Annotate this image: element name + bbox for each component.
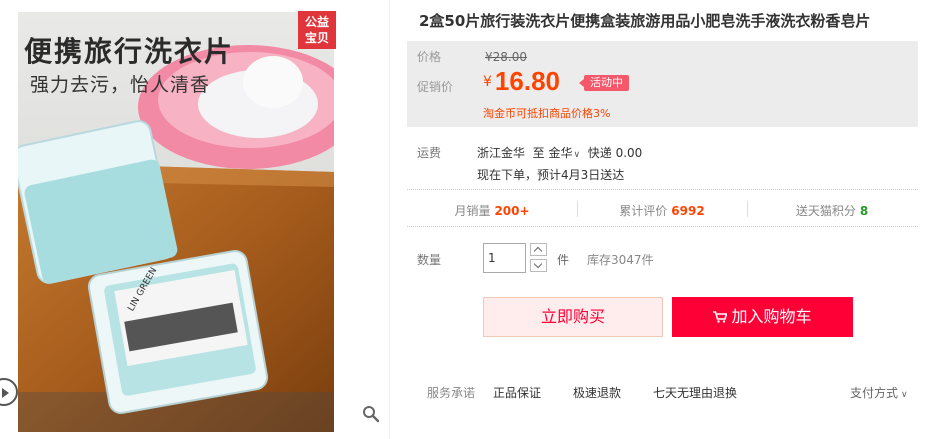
promo-price: ¥16.80 (483, 66, 560, 97)
service-item-genuine[interactable]: 正品保证 (493, 384, 541, 401)
payment-label: 支付方式 (850, 386, 899, 400)
sales-stats-bar: 月销量 200+ 累计评价 6992 送天猫积分 8 (407, 189, 918, 227)
chevron-down-icon: ∨ (573, 150, 581, 160)
ship-fee: 0.00 (615, 146, 643, 160)
service-item-7day-return[interactable]: 七天无理由退换 (653, 384, 737, 401)
stat-value: 200+ (494, 204, 530, 218)
charity-badge: 公益 宝贝 (298, 11, 336, 49)
ship-to-prefix: 至 (532, 146, 545, 160)
buy-now-button[interactable]: 立即购买 (483, 297, 663, 337)
product-main-image[interactable]: LIN GREEN 便携旅行洗衣片 强力去污，怡人清香 (18, 12, 334, 432)
prev-image-arrow-icon[interactable] (0, 378, 18, 406)
quantity-label: 数量 (417, 253, 442, 267)
add-to-cart-label: 加入购物车 (731, 307, 812, 326)
stat-tmall-points: 送天猫积分 8 (747, 202, 917, 219)
promo-price-value: 16.80 (494, 66, 560, 96)
photo-title-text: 便携旅行洗衣片 (24, 35, 235, 68)
payment-methods-toggle[interactable]: 支付方式 ∨ (850, 384, 908, 401)
ship-to-city: 金华 (548, 146, 573, 160)
chevron-down-icon: ∨ (901, 390, 908, 400)
quantity-input[interactable]: 1 (483, 243, 526, 273)
quantity-decrease-button[interactable] (530, 259, 547, 272)
price-label: 价格 (417, 50, 442, 64)
zoom-magnifier-icon[interactable] (362, 405, 380, 423)
stat-value: 6992 (671, 204, 705, 218)
charity-badge-line1: 公益 (304, 15, 329, 29)
service-item-fast-refund[interactable]: 极速退款 (573, 384, 621, 401)
add-to-cart-button[interactable]: 加入购物车 (672, 297, 853, 337)
quantity-increase-button[interactable] (530, 243, 547, 256)
stock-count: 库存3047件 (587, 253, 654, 267)
product-title: 2盒50片旅行装洗衣片便携盒装旅游用品小肥皂洗手液洗衣粉香皂片 (419, 12, 871, 30)
product-gallery: LIN GREEN 便携旅行洗衣片 强力去污，怡人清香 公益 宝贝 (0, 0, 390, 439)
stat-label: 累计评价 (619, 204, 668, 218)
ship-method: 快递 (587, 146, 612, 160)
stat-label: 送天猫积分 (795, 204, 856, 218)
promo-price-label: 促销价 (417, 80, 454, 94)
stat-value: 8 (859, 204, 869, 218)
stat-monthly-sales: 月销量 200+ (407, 202, 577, 219)
coin-discount-note[interactable]: 淘金币可抵扣商品价格3% (483, 105, 610, 121)
photo-subtitle-text: 强力去污，怡人清香 (30, 74, 211, 96)
delivery-eta: 现在下单，预计4月3日送达 (477, 168, 625, 182)
original-price: ¥28.00 (485, 50, 527, 64)
cart-icon (713, 311, 728, 323)
currency-symbol: ¥ (483, 74, 492, 90)
stat-total-reviews[interactable]: 累计评价 6992 (577, 202, 747, 219)
quantity-unit: 件 (557, 253, 570, 267)
promo-status-badge: 活动中 (579, 75, 629, 91)
shipping-label: 运费 (417, 146, 442, 160)
ship-to-selector[interactable]: 金华∨ (549, 146, 581, 160)
stat-label: 月销量 (454, 204, 491, 218)
price-box: 价格 ¥28.00 促销价 ¥16.80 活动中 淘金币可抵扣商品价格3% (407, 41, 918, 127)
charity-badge-line2: 宝贝 (304, 31, 329, 45)
product-page: LIN GREEN 便携旅行洗衣片 强力去污，怡人清香 公益 宝贝 2盒50片旅… (0, 0, 928, 439)
ship-from: 浙江金华 (477, 146, 526, 160)
service-label: 服务承诺 (427, 386, 476, 400)
shipping-route: 浙江金华 至 金华∨ 快递 0.00 (477, 144, 642, 161)
